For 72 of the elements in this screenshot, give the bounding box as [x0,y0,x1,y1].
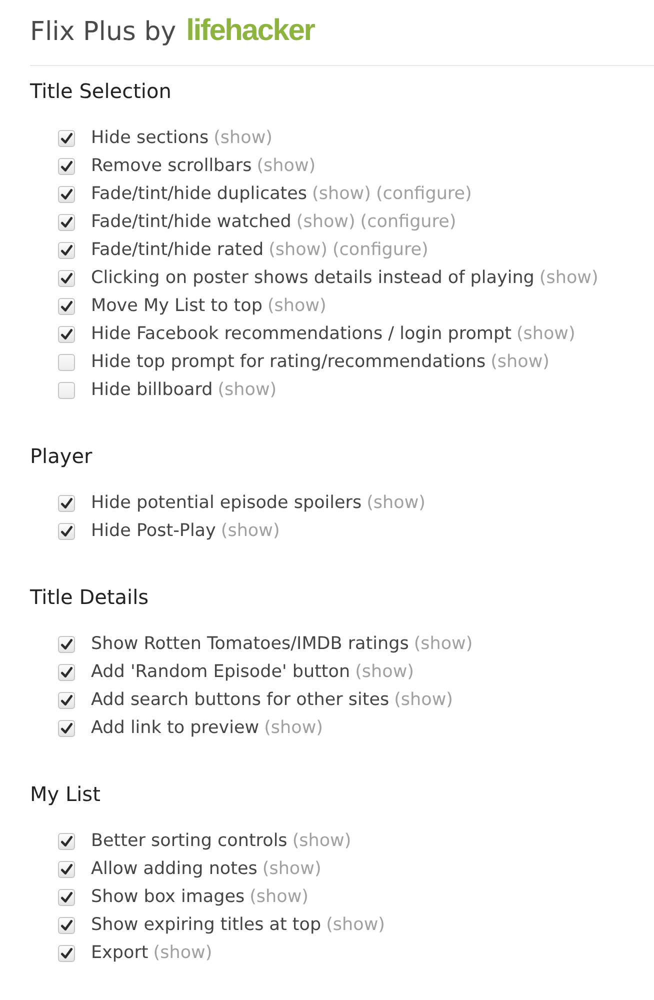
show-link[interactable]: (show) [214,128,272,148]
checkbox[interactable] [58,326,75,342]
option-label: Hide Post-Play [91,521,216,541]
checkbox[interactable] [58,382,75,398]
configure-link[interactable]: (configure) [332,240,428,260]
option-label: Better sorting controls [91,831,288,851]
show-link[interactable]: (show) [312,184,371,204]
app-title: Flix Plus by [30,17,176,47]
option-label: Hide Facebook recommendations / login prompt [91,324,512,344]
option-label: Export [91,943,148,963]
option-label: Show Rotten Tomatoes/IMDB ratings [91,634,409,654]
checkbox[interactable] [58,354,75,370]
option-label: Hide billboard [91,380,213,400]
show-link[interactable]: (show) [256,156,316,176]
section-heading: Player [30,443,92,469]
option-label: Hide sections [91,128,209,148]
show-link[interactable]: (show) [414,634,473,654]
checkbox[interactable] [58,242,75,258]
checkbox[interactable] [58,860,75,878]
show-link[interactable]: (show) [268,240,328,260]
show-link[interactable]: (show) [326,915,385,935]
show-link[interactable]: (show) [490,352,550,372]
checkbox[interactable] [58,158,75,174]
show-link[interactable]: (show) [262,859,322,879]
option-label: Show box images [91,887,245,907]
show-link[interactable]: (show) [250,887,308,907]
checkbox[interactable] [58,832,75,850]
checkbox[interactable] [58,636,75,652]
show-link[interactable]: (show) [394,690,453,710]
show-link[interactable]: (show) [516,324,576,344]
option-label: Move My List to top [91,296,262,316]
option-label: Add search buttons for other sites [91,690,390,710]
option-label: Add link to preview [91,718,260,738]
checkbox[interactable] [58,186,75,202]
checkbox[interactable] [58,664,75,680]
section-heading: Title Selection [30,78,172,104]
option-label: Fade/tint/hide rated [91,240,264,260]
option-label: Fade/tint/hide duplicates [91,184,308,204]
show-link[interactable]: (show) [355,662,414,682]
checkbox[interactable] [58,130,75,146]
show-link[interactable]: (show) [220,521,280,541]
show-link[interactable]: (show) [292,831,352,851]
show-link[interactable]: (show) [264,718,323,738]
option-label: Fade/tint/hide watched [91,212,292,232]
show-link[interactable]: (show) [218,380,277,400]
checkbox[interactable] [58,522,75,540]
show-link[interactable]: (show) [153,943,212,963]
option-label: Hide top prompt for rating/recommendations [91,352,486,372]
checkbox[interactable] [58,214,75,230]
configure-link[interactable]: (configure) [360,212,456,232]
configure-link[interactable]: (configure) [376,184,472,204]
option-label: Allow adding notes [91,859,258,879]
brand-logo: lifehacker [186,14,314,48]
show-link[interactable]: (show) [539,268,598,288]
option-label: Add 'Random Episode' button [91,662,350,682]
show-link[interactable]: (show) [366,493,426,513]
checkbox[interactable] [58,916,75,934]
section-heading: My List [30,781,100,807]
checkbox[interactable] [58,494,75,512]
checkbox[interactable] [58,692,75,708]
show-link[interactable]: (show) [296,212,356,232]
checkbox[interactable] [58,298,75,314]
checkbox[interactable] [58,270,75,286]
checkbox[interactable] [58,944,75,962]
show-link[interactable]: (show) [267,296,326,316]
option-label: Show expiring titles at top [91,915,322,935]
section-heading: Title Details [30,584,149,610]
option-label: Hide potential episode spoilers [91,493,362,513]
option-label: Remove scrollbars [91,156,252,176]
option-label: Clicking on poster shows details instead of playing [91,268,534,288]
checkbox[interactable] [58,888,75,906]
checkbox[interactable] [58,720,75,736]
